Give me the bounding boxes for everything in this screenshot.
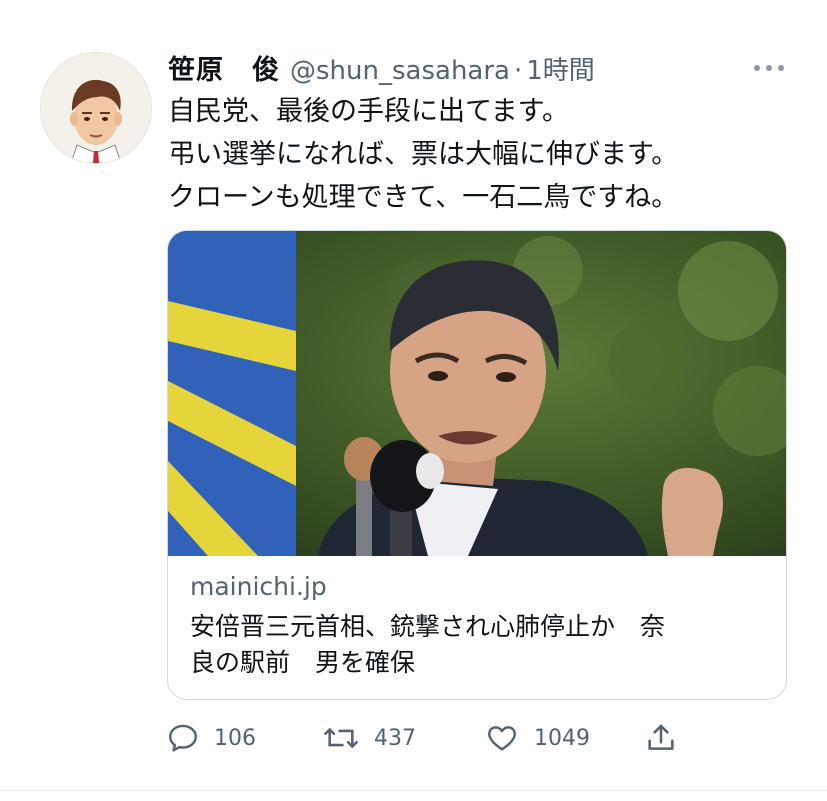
card-photo [168,231,786,556]
card-meta: mainichi.jp 安倍晋三元首相、銃撃され心肺停止か 奈 良の駅前 男を確… [190,569,770,681]
link-card[interactable]: mainichi.jp 安倍晋三元首相、銃撃され心肺停止か 奈 良の駅前 男を確… [167,230,787,700]
card-title: 安倍晋三元首相、銃撃され心肺停止か 奈 良の駅前 男を確保 [190,609,770,681]
tweet-actions: 106 437 1049 [166,718,726,758]
like-count: 1049 [534,725,590,751]
card-title-line: 安倍晋三元首相、銃撃され心肺停止か 奈 [190,612,666,641]
tweet-text-line: 弔い選挙になれば、票は大幅に伸びます。 [168,139,679,170]
like-button[interactable]: 1049 [484,718,590,758]
avatar-illustration [41,53,151,163]
retweet-count: 437 [374,725,416,751]
author-handle[interactable]: @shun_sasahara [290,56,510,86]
reply-bubble-icon [169,724,197,752]
divider [0,790,827,791]
more-dots-icon[interactable] [752,60,786,74]
card-domain: mainichi.jp [190,572,327,601]
avatar[interactable] [40,52,152,164]
share-upload-icon [648,724,674,750]
tweet-header: 笹原 俊 @shun_sasahara · 1時間 [168,48,595,87]
heart-icon [488,726,516,751]
card-title-line: 良の駅前 男を確保 [190,648,416,677]
reply-count: 106 [214,725,256,751]
time-separator: · [513,56,523,86]
tweet-timestamp[interactable]: 1時間 [526,50,595,87]
reply-button[interactable]: 106 [166,718,256,758]
tweet-text: 自民党、最後の手段に出てます。 弔い選挙になれば、票は大幅に伸びます。 クローン… [168,90,808,219]
tweet-text-line: 自民党、最後の手段に出てます。 [168,96,569,127]
tweet-text-line: クローンも処理できて、一石二鳥ですね。 [168,182,679,213]
author-name[interactable]: 笹原 俊 [168,48,280,87]
share-button[interactable] [644,718,678,758]
retweet-icon [324,728,358,748]
retweet-button[interactable]: 437 [322,718,416,758]
